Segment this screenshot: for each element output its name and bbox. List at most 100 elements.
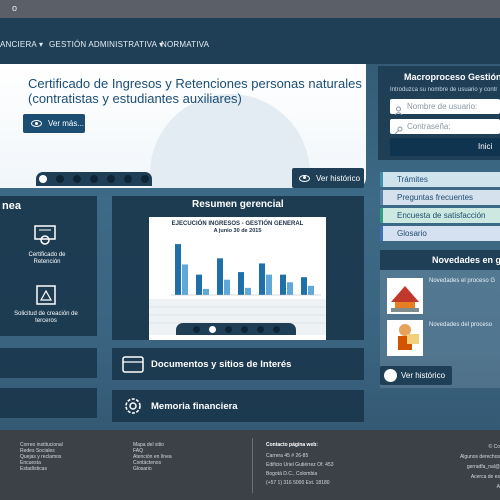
footer-email[interactable]: gerradfa_nal@ [455, 462, 500, 472]
eye-icon [299, 174, 310, 182]
footer-contact: Carrera 45 # 26-85 Edificio Uriel Gutiér… [266, 452, 334, 488]
footer-about[interactable]: Acerca de es [455, 472, 500, 482]
footer-copyright: © Co [488, 444, 500, 450]
footer-link[interactable]: Glosario [133, 466, 172, 472]
service-solicitud[interactable]: Solicitud de creación de terceros [10, 311, 82, 325]
docs-label: Documentos y sitios de Interés [151, 359, 292, 370]
hero-title: Certificado de Ingresos y Retenciones pe… [28, 76, 362, 106]
user-icon [394, 102, 403, 116]
chart-bar [175, 244, 181, 295]
slide-dot[interactable] [224, 325, 232, 333]
memoria-tile[interactable] [112, 390, 364, 422]
eye-icon [384, 369, 397, 382]
footer-misc: A [496, 484, 500, 490]
ver-mas-label: Ver más... [48, 119, 85, 128]
username-placeholder: Nombre de usuario: [407, 102, 478, 111]
username-field[interactable]: Nombre de usuario: [390, 99, 500, 116]
footer-rights: Algunos derechos [459, 454, 500, 460]
password-field[interactable]: Contraseña: [390, 119, 500, 135]
quick-link-tramites[interactable]: Trámites [380, 172, 500, 187]
news-header: Novedades en g [380, 250, 500, 270]
password-placeholder: Contraseña: [407, 122, 451, 131]
hero-history-label: Ver histórico [316, 173, 361, 183]
chart-bar [280, 274, 286, 295]
nav-gestion-administrativa[interactable]: GESTIÓN ADMINISTRATIVA ▾ [49, 40, 163, 49]
quick-link-label: Encuesta de satisfacción [397, 211, 486, 220]
news-thumbnail[interactable] [387, 320, 423, 356]
chart-bar [238, 272, 244, 295]
slide-dot[interactable] [39, 175, 47, 183]
resumen-pagination [176, 323, 296, 335]
hero-pagination [36, 172, 152, 186]
slide-dot[interactable] [73, 175, 81, 183]
memoria-label: Memoria financiera [151, 401, 238, 412]
nav-financiera[interactable]: ANCIERA ▾ [0, 40, 43, 49]
key-icon [394, 122, 403, 135]
chart-bar [308, 285, 314, 295]
footer-link[interactable]: Estadísticas [20, 466, 63, 472]
slide-dot[interactable] [107, 175, 115, 183]
nav-normativa[interactable]: NORMATIVA [161, 40, 209, 49]
footer-contact-line: Carrera 45 # 26-85 [266, 453, 309, 459]
eye-icon [31, 120, 42, 127]
slide-dot[interactable] [256, 325, 264, 333]
slide-dot[interactable] [240, 325, 248, 333]
quick-link-label: Glosario [397, 229, 427, 238]
linea-title: nea [2, 200, 21, 212]
chart-svg [149, 244, 326, 335]
quick-link-glosario[interactable]: Glosario [380, 226, 500, 241]
login-submit-button[interactable]: Inici [390, 138, 500, 156]
resumen-chart-card[interactable]: EJECUCIÓN INGRESOS - GESTIÓN GENERAL A j… [149, 217, 326, 340]
slide-dot[interactable] [208, 325, 216, 333]
document-icon [34, 283, 58, 307]
left-block [0, 388, 97, 418]
slide-dot[interactable] [272, 325, 280, 333]
slide-dot[interactable] [141, 175, 149, 183]
footer-contact-line: Edificio Uriel Gutiérrez Of. 453 [266, 462, 334, 468]
folder-icon [121, 354, 145, 374]
chart-bar [217, 258, 223, 295]
footer-contact-title: Contacto página web: [266, 442, 318, 448]
hero-history-button[interactable]: Ver histórico [292, 168, 364, 188]
login-title: Macroproceso Gestión A [404, 72, 500, 82]
footer-col2: Mapa del sitio FAQ Atención en línea Con… [133, 442, 172, 472]
footer-col1: Correo institucional Redes Sociales Quej… [20, 442, 63, 472]
chart-bar [182, 264, 188, 295]
news-history-label: Ver histórico [401, 371, 446, 380]
quick-link-preguntas[interactable]: Preguntas frecuentes [380, 190, 500, 205]
chart-bar [196, 274, 202, 295]
slide-dot[interactable] [90, 175, 98, 183]
news-item[interactable]: Novedades el proceso G [429, 278, 495, 284]
slide-dot[interactable] [192, 325, 200, 333]
news-thumbnail[interactable] [387, 278, 423, 314]
hero-decoration [150, 94, 310, 188]
footer-right: © Co Algunos derechos gerradfa_nal@ Acer… [455, 442, 500, 492]
left-block [0, 348, 97, 378]
ver-mas-button[interactable]: Ver más... [23, 114, 85, 133]
quick-link-label: Preguntas frecuentes [397, 193, 474, 202]
login-subtitle: Introduzca su nombre de usuario y contr [390, 87, 498, 93]
resumen-title: Resumen gerencial [192, 199, 284, 210]
footer-divider [252, 438, 253, 493]
chart-bar [266, 274, 272, 295]
chart-bar [287, 282, 293, 295]
chart-bar [259, 263, 265, 295]
footer-contact-line: (+57 1) 316 5000 Ext. 18180 [266, 480, 330, 486]
service-certificado[interactable]: Certificado de Retención [18, 252, 76, 266]
login-submit-label: Inici [478, 142, 493, 151]
news-history-button[interactable]: Ver histórico [380, 366, 452, 385]
chart-bar [301, 277, 307, 295]
chart-bar [224, 279, 230, 295]
top-bar [0, 0, 500, 18]
site-title: o [12, 3, 18, 13]
chart-bar [203, 288, 209, 295]
footer [0, 430, 500, 500]
certificate-icon [33, 224, 57, 246]
news-title: Novedades en g [432, 255, 500, 265]
news-item[interactable]: Novedades del proceso [429, 322, 492, 328]
slide-dot[interactable] [56, 175, 64, 183]
gear-icon [121, 394, 145, 418]
chart-bar [245, 287, 251, 295]
slide-dot[interactable] [124, 175, 132, 183]
quick-link-encuesta[interactable]: Encuesta de satisfacción [380, 208, 500, 223]
